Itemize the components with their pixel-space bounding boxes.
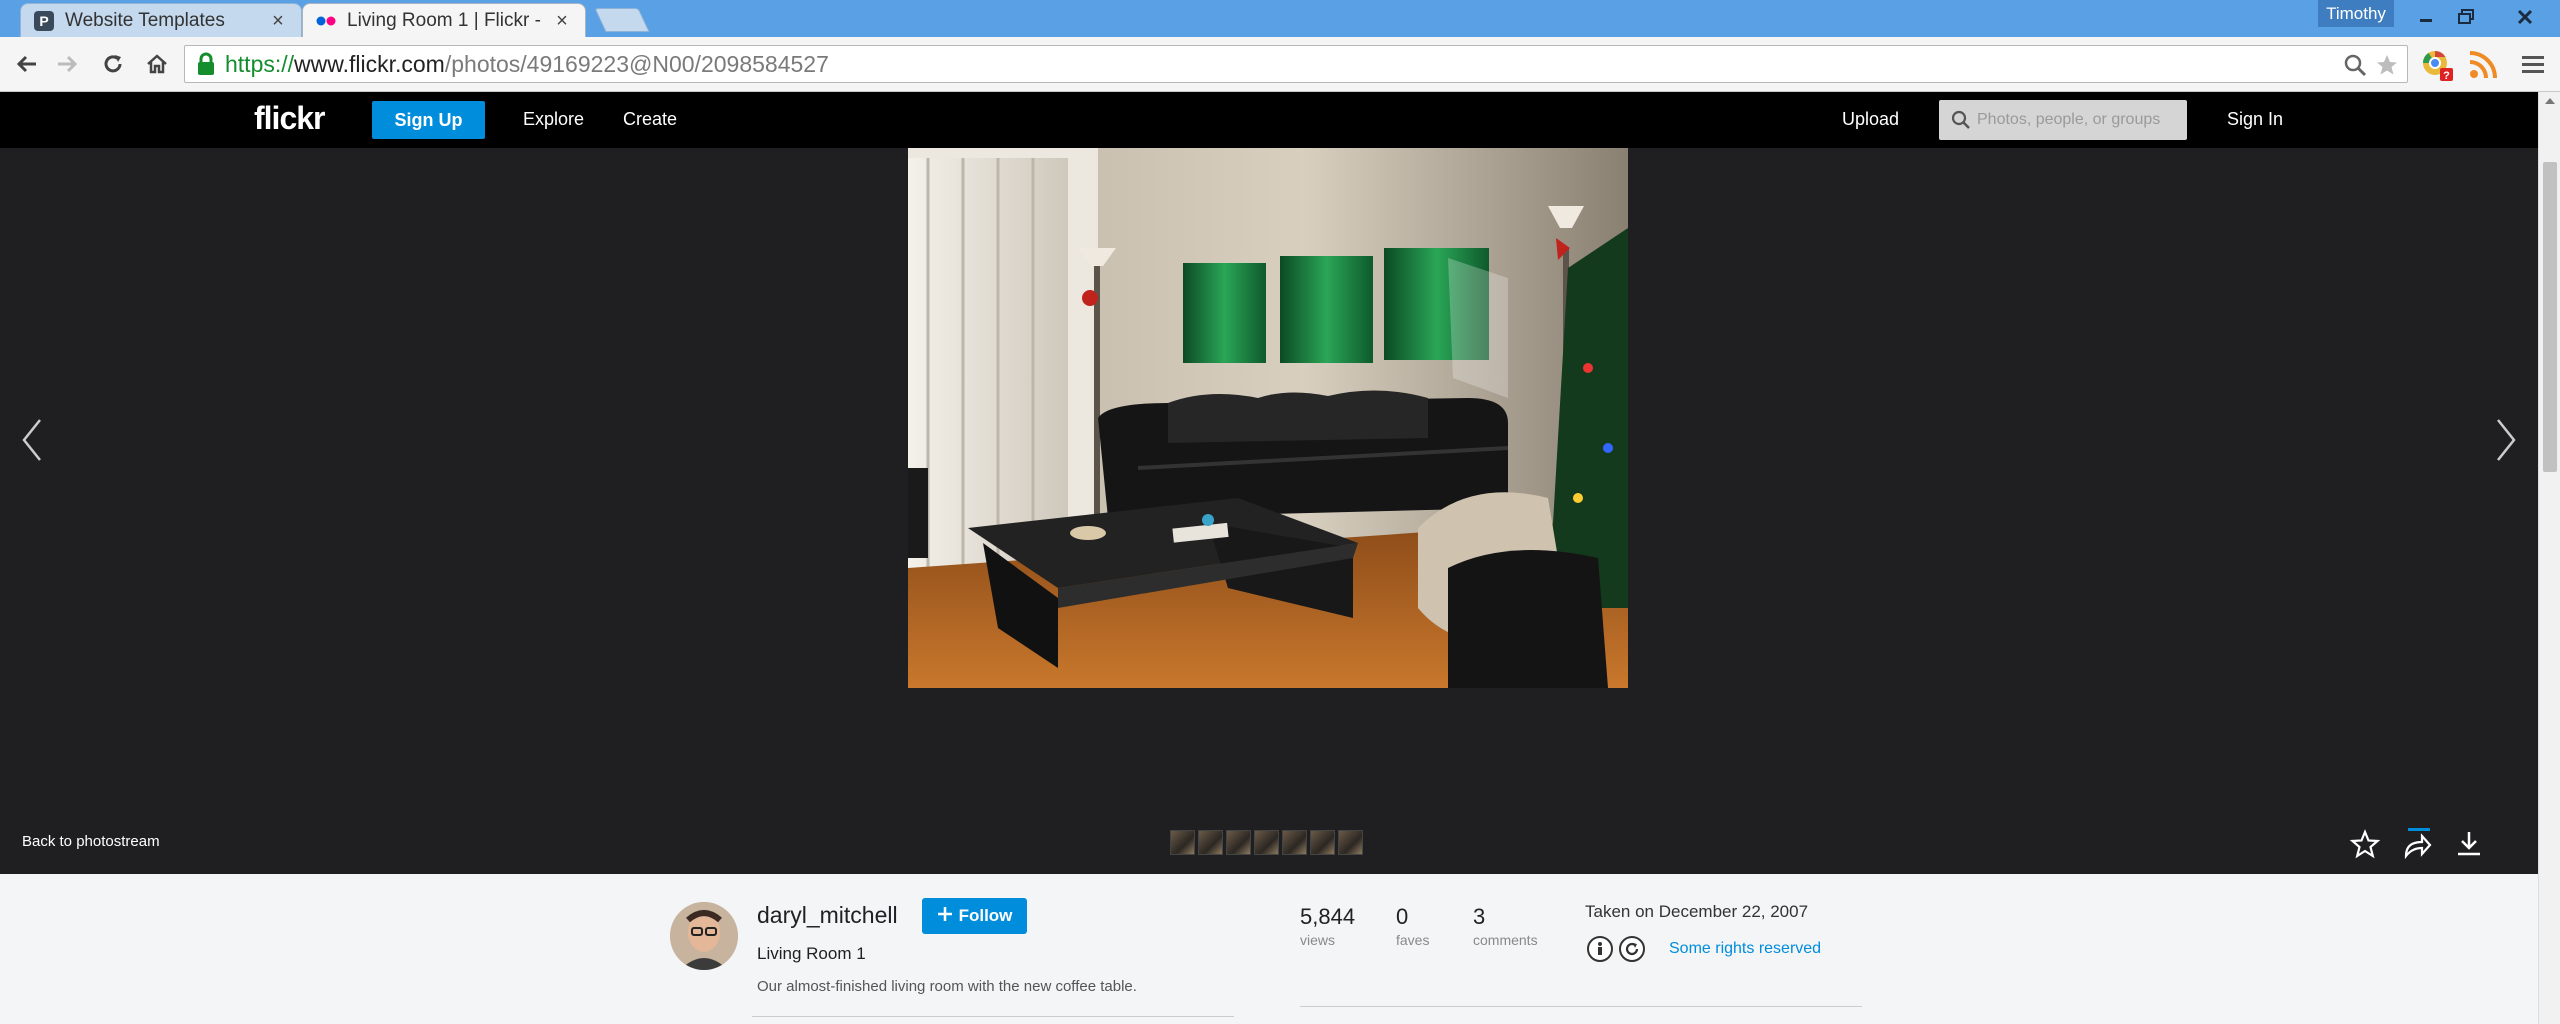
follow-label: Follow bbox=[958, 906, 1013, 925]
some-rights-reserved-link[interactable]: Some rights reserved bbox=[1669, 940, 1821, 958]
tab-website-templates[interactable]: P Website Templates × bbox=[20, 3, 302, 37]
fave-star-icon[interactable] bbox=[2349, 828, 2381, 860]
sign-in-link[interactable]: Sign In bbox=[2227, 109, 2283, 130]
date-taken[interactable]: Taken on December 22, 2007 bbox=[1585, 902, 1808, 922]
minimize-icon[interactable] bbox=[2406, 0, 2446, 34]
photo-description: Our almost-finished living room with the… bbox=[757, 978, 1137, 995]
photo-owner-username[interactable]: daryl_mitchell bbox=[757, 902, 898, 929]
thumbnail[interactable] bbox=[1338, 830, 1363, 855]
browser-menu-icon[interactable] bbox=[2516, 48, 2550, 82]
flickr-header: flickr Sign Up Explore Create Upload Sig… bbox=[0, 92, 2538, 148]
stat-value: 5,844 bbox=[1300, 904, 1356, 929]
back-arrow-icon[interactable] bbox=[10, 47, 44, 81]
page-scrollbar[interactable] bbox=[2538, 92, 2560, 1024]
template-site-favicon-icon: P bbox=[33, 10, 55, 32]
secure-lock-icon bbox=[195, 52, 217, 76]
photo-info-panel: daryl_mitchell Follow Living Room 1 Our … bbox=[0, 874, 2538, 1024]
stat-label: comments bbox=[1473, 932, 1538, 948]
thumbnail[interactable] bbox=[1198, 830, 1223, 855]
thumbnail[interactable] bbox=[1170, 830, 1195, 855]
search-icon[interactable] bbox=[2343, 53, 2367, 77]
stat-views: 5,844 views bbox=[1300, 904, 1355, 948]
profile-user-badge[interactable]: Timothy bbox=[2318, 0, 2394, 27]
back-to-photostream-link[interactable]: Back to photostream bbox=[22, 833, 160, 850]
license-info: Some rights reserved bbox=[1587, 936, 1821, 962]
flickr-search[interactable] bbox=[1939, 100, 2187, 140]
flickr-logo[interactable]: flickr bbox=[254, 100, 325, 137]
previous-photo-chevron-icon[interactable] bbox=[10, 398, 50, 478]
tab-title: Living Room 1 | Flickr - Ph bbox=[347, 9, 543, 31]
attribution-license-icon bbox=[1587, 936, 1613, 962]
share-arrow-icon[interactable] bbox=[2400, 828, 2432, 860]
rss-feed-icon[interactable] bbox=[2466, 48, 2500, 82]
close-tab-icon[interactable]: × bbox=[269, 11, 287, 31]
main-photo[interactable] bbox=[908, 148, 1628, 688]
plus-icon bbox=[937, 906, 953, 927]
thumbnail[interactable] bbox=[1282, 830, 1307, 855]
url-text: https://www.flickr.com/photos/49169223@N… bbox=[225, 50, 829, 77]
stat-value: 0 bbox=[1396, 904, 1409, 929]
sign-up-button[interactable]: Sign Up bbox=[372, 101, 485, 139]
thumbnail[interactable] bbox=[1254, 830, 1279, 855]
flickr-favicon-icon bbox=[315, 10, 337, 32]
nav-explore[interactable]: Explore bbox=[523, 109, 584, 130]
stat-comments: 3 comments bbox=[1473, 904, 1538, 948]
svg-text:?: ? bbox=[2443, 70, 2450, 82]
tab-title: Website Templates bbox=[65, 9, 225, 31]
photo-stage: Back to photostream bbox=[0, 148, 2538, 874]
stat-faves: 0 faves bbox=[1396, 904, 1429, 948]
scrollbar-thumb[interactable] bbox=[2543, 162, 2557, 472]
divider bbox=[752, 1016, 1234, 1017]
search-input[interactable] bbox=[1977, 111, 2177, 129]
address-bar[interactable]: https://www.flickr.com/photos/49169223@N… bbox=[184, 45, 2408, 83]
browser-titlebar: P Website Templates × Living Room 1 | Fl… bbox=[0, 0, 2560, 37]
scroll-up-arrow-icon[interactable] bbox=[2545, 98, 2555, 104]
restore-icon[interactable] bbox=[2446, 0, 2486, 34]
photo-title: Living Room 1 bbox=[757, 944, 866, 963]
forward-arrow-icon[interactable] bbox=[50, 47, 84, 81]
reload-icon[interactable] bbox=[96, 47, 130, 81]
svg-text:P: P bbox=[39, 13, 48, 29]
stat-label: faves bbox=[1396, 932, 1430, 948]
thumbnail[interactable] bbox=[1310, 830, 1335, 855]
home-icon[interactable] bbox=[140, 47, 174, 81]
avatar[interactable] bbox=[670, 902, 738, 970]
close-window-icon[interactable] bbox=[2500, 0, 2550, 34]
nav-create[interactable]: Create bbox=[623, 109, 677, 130]
thumbnail[interactable] bbox=[1226, 830, 1251, 855]
stat-value: 3 bbox=[1473, 904, 1486, 929]
upload-link[interactable]: Upload bbox=[1842, 109, 1899, 130]
close-tab-icon[interactable]: × bbox=[553, 11, 571, 31]
divider bbox=[1300, 1006, 1862, 1007]
browser-toolbar: https://www.flickr.com/photos/49169223@N… bbox=[0, 37, 2560, 92]
search-icon bbox=[1951, 110, 1971, 130]
next-photo-chevron-icon[interactable] bbox=[2488, 398, 2528, 478]
stat-label: views bbox=[1300, 932, 1336, 948]
download-icon[interactable] bbox=[2453, 828, 2485, 860]
share-alike-license-icon bbox=[1619, 936, 1645, 962]
follow-button[interactable]: Follow bbox=[922, 898, 1027, 934]
photostream-thumbnails bbox=[1170, 830, 1363, 855]
new-tab-button[interactable] bbox=[594, 8, 650, 32]
tab-flickr-living-room[interactable]: Living Room 1 | Flickr - Ph × bbox=[302, 3, 586, 37]
chrome-extension-icon[interactable]: ? bbox=[2420, 48, 2454, 82]
bookmark-star-icon[interactable] bbox=[2375, 53, 2399, 77]
